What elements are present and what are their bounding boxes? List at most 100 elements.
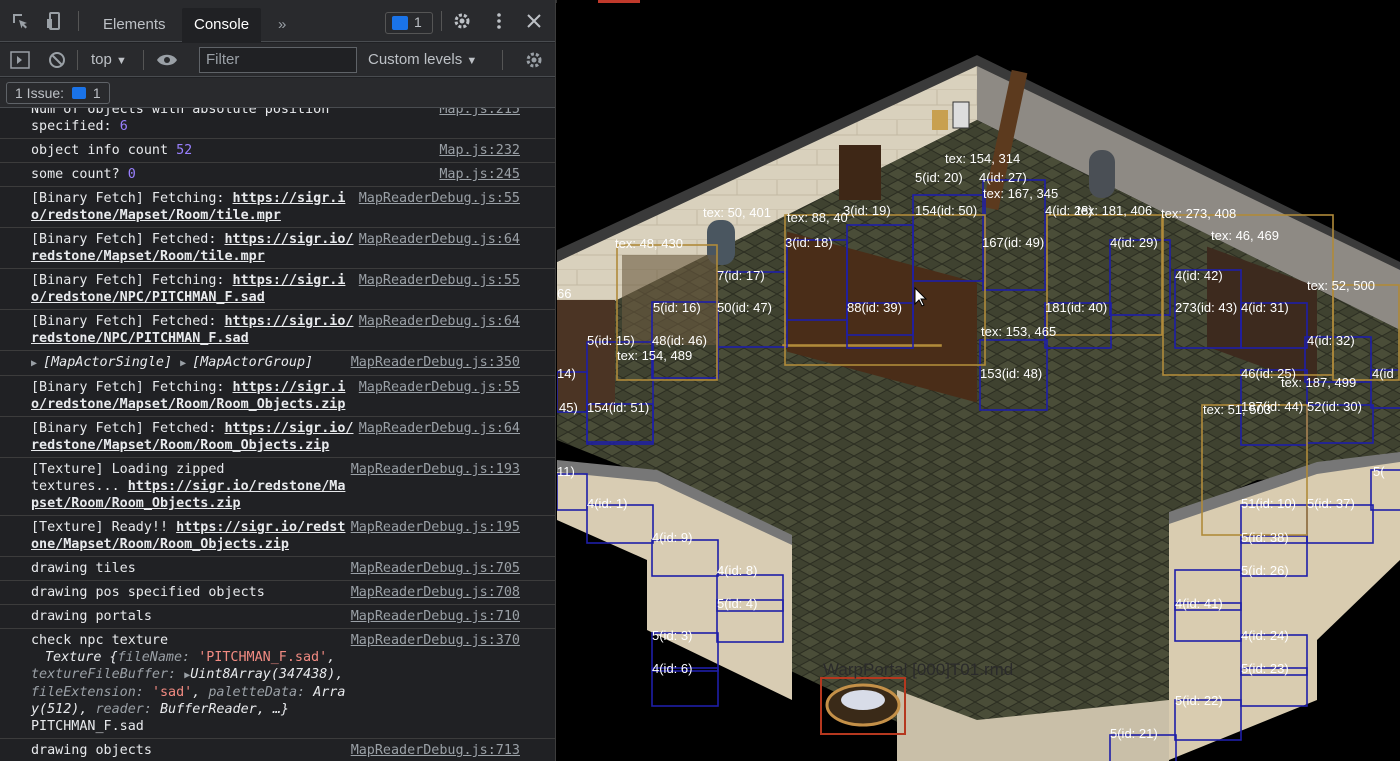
debug-object-label: tex: 88, 40 bbox=[787, 210, 848, 225]
debug-object-label: 5(id: 3) bbox=[652, 628, 692, 643]
game-map-viewport[interactable]: WarpPortal [000]T01.rmd tex: 154, 314 5(i… bbox=[557, 0, 1400, 761]
source-location-link[interactable]: Map.js:215 bbox=[439, 108, 520, 118]
console-message: [Binary Fetch] Fetching: https://sigr.io… bbox=[0, 269, 555, 310]
log-levels-value: Custom levels bbox=[368, 51, 463, 68]
source-location-link[interactable]: MapReaderDebug.js:55 bbox=[359, 272, 520, 289]
messages-badge[interactable]: 1 bbox=[385, 12, 433, 34]
log-number: 52 bbox=[176, 143, 193, 158]
log-text: drawing pos specified objects bbox=[31, 585, 265, 600]
tab-console[interactable]: Console bbox=[182, 8, 262, 42]
debug-object-label: 154(id: 51) bbox=[587, 400, 649, 415]
source-location-link[interactable]: MapReaderDebug.js:708 bbox=[351, 584, 520, 601]
close-devtools-icon[interactable] bbox=[524, 11, 544, 31]
log-text: some count? bbox=[31, 167, 128, 182]
texture-object-preview[interactable]: Texture {fileName: 'PITCHMAN_F.sad', tex… bbox=[31, 649, 346, 718]
debug-object-label: 51(id: 10) bbox=[1241, 496, 1296, 511]
source-location-link[interactable]: MapReaderDebug.js:710 bbox=[351, 608, 520, 625]
source-location-link[interactable]: MapReaderDebug.js:64 bbox=[359, 231, 520, 248]
devtools-main-toolbar: Elements Console » 1 bbox=[0, 0, 555, 42]
logged-object[interactable]: [MapActorGroup] bbox=[192, 355, 313, 370]
expand-arrow-icon[interactable]: ▶ bbox=[180, 358, 192, 369]
debug-object-label: tex: 52, 500 bbox=[1307, 278, 1375, 293]
source-location-link[interactable]: Map.js:232 bbox=[439, 142, 520, 159]
debug-object-label: 5(id: 16) bbox=[653, 300, 701, 315]
logged-object[interactable]: [MapActorSingle] bbox=[43, 355, 180, 370]
live-expression-eye-icon[interactable] bbox=[156, 51, 178, 69]
debug-object-label: 5(id: 21) bbox=[1110, 726, 1158, 741]
chevron-down-icon: ▼ bbox=[116, 55, 127, 67]
log-levels-dropdown[interactable]: Custom levels ▼ bbox=[368, 51, 477, 68]
console-message: [Binary Fetch] Fetching: https://sigr.io… bbox=[0, 376, 555, 417]
console-message: object info count 52 Map.js:232 bbox=[0, 139, 555, 163]
log-text: drawing tiles bbox=[31, 561, 136, 576]
toolbar-divider bbox=[143, 50, 144, 70]
debug-object-label: 4(id: 31) bbox=[1241, 300, 1289, 315]
debug-object-label: 154(id: 50) bbox=[915, 203, 977, 218]
filter-input[interactable]: Filter bbox=[199, 47, 357, 73]
log-number: 6 bbox=[119, 119, 128, 134]
source-location-link[interactable]: MapReaderDebug.js:64 bbox=[359, 313, 520, 330]
source-location-link[interactable]: MapReaderDebug.js:705 bbox=[351, 560, 520, 577]
source-location-link[interactable]: MapReaderDebug.js:193 bbox=[351, 461, 520, 478]
debug-object-label: 7(id: 17) bbox=[717, 268, 765, 283]
sidebar-toggle-icon[interactable] bbox=[10, 51, 30, 69]
console-message: ▶ [MapActorSingle] ▶ [MapActorGroup] MapR… bbox=[0, 351, 555, 376]
debug-object-label: 4(id: 42) bbox=[1175, 268, 1223, 283]
source-location-link[interactable]: MapReaderDebug.js:195 bbox=[351, 519, 520, 536]
log-text: [Binary Fetch] Fetched: bbox=[31, 314, 225, 329]
debug-object-label: 5( bbox=[1373, 464, 1385, 479]
tab-elements[interactable]: Elements bbox=[91, 8, 178, 42]
source-location-link[interactable]: MapReaderDebug.js:55 bbox=[359, 379, 520, 396]
bounding-box bbox=[782, 344, 942, 347]
more-options-icon[interactable] bbox=[489, 11, 509, 31]
inspect-element-icon[interactable] bbox=[10, 11, 30, 31]
wall-frame bbox=[952, 101, 970, 129]
debug-object-label: 4(id: 8) bbox=[717, 563, 757, 578]
debug-object-label: 167(id: 49) bbox=[982, 235, 1044, 250]
more-tabs-button[interactable]: » bbox=[266, 8, 298, 42]
debug-object-label: 5(id: 38) bbox=[1241, 530, 1289, 545]
issues-count: 1 bbox=[92, 85, 101, 101]
debug-object-label: 11) bbox=[557, 464, 575, 479]
console-message: some count? 0 Map.js:245 bbox=[0, 163, 555, 187]
source-location-link[interactable]: MapReaderDebug.js:713 bbox=[351, 742, 520, 759]
console-message: drawing objects MapReaderDebug.js:713 bbox=[0, 739, 555, 761]
log-text: object info count bbox=[31, 143, 177, 158]
expand-arrow-icon[interactable]: ▶ bbox=[31, 358, 43, 369]
debug-object-label: 273(id: 43) bbox=[1175, 300, 1237, 315]
debug-object-label: 14) bbox=[557, 366, 576, 381]
debug-object-label: 4(id: 41) bbox=[1175, 596, 1223, 611]
clear-console-icon[interactable] bbox=[47, 50, 67, 70]
toolbar-divider bbox=[77, 50, 78, 70]
console-message: Num of objects with absolute position sp… bbox=[0, 108, 555, 139]
issues-label: 1 Issue: bbox=[15, 85, 65, 101]
issue-message-icon bbox=[71, 87, 86, 99]
issues-bar: 1 Issue: 1 bbox=[0, 78, 555, 108]
debug-object-label: 45) bbox=[559, 400, 578, 415]
issues-button[interactable]: 1 Issue: 1 bbox=[6, 82, 110, 104]
console-message: [Binary Fetch] Fetched: https://sigr.io/… bbox=[0, 310, 555, 351]
context-selector[interactable]: top ▼ bbox=[91, 51, 127, 68]
debug-object-label: 4(id: 29) bbox=[1110, 235, 1158, 250]
console-settings-gear-icon[interactable] bbox=[524, 50, 544, 70]
debug-object-label: 187(id: 44) bbox=[1241, 399, 1303, 414]
source-location-link[interactable]: MapReaderDebug.js:55 bbox=[359, 190, 520, 207]
source-location-link[interactable]: Map.js:245 bbox=[439, 166, 520, 183]
toolbar-divider bbox=[502, 50, 503, 70]
settings-gear-icon[interactable] bbox=[452, 11, 472, 31]
debug-object-label: 3(id: 18) bbox=[785, 235, 833, 250]
debug-object-label: 88(id: 39) bbox=[847, 300, 902, 315]
debug-object-label: 4(id: 1) bbox=[587, 496, 627, 511]
source-location-link[interactable]: MapReaderDebug.js:350 bbox=[351, 354, 520, 371]
log-text: [Binary Fetch] Fetching: bbox=[31, 380, 233, 395]
cabinet[interactable] bbox=[839, 145, 881, 200]
source-location-link[interactable]: MapReaderDebug.js:370 bbox=[351, 632, 520, 649]
shelf-left[interactable] bbox=[557, 300, 615, 410]
debug-object-label: 4(id bbox=[1372, 366, 1394, 381]
source-location-link[interactable]: MapReaderDebug.js:64 bbox=[359, 420, 520, 437]
debug-object-label: 4(id: 6) bbox=[652, 661, 692, 676]
log-number: 0 bbox=[127, 167, 136, 182]
toolbar-divider bbox=[441, 11, 442, 31]
debug-object-label: tex: 167, 345 bbox=[983, 186, 1058, 201]
device-toolbar-icon[interactable] bbox=[44, 11, 64, 31]
